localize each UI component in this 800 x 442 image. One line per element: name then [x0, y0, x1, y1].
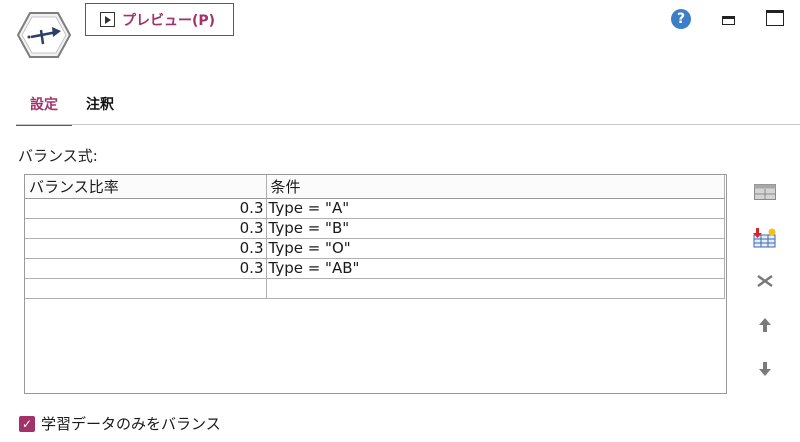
ratio-cell[interactable]: 0.3: [25, 198, 267, 219]
preview-button[interactable]: プレビュー(P): [85, 3, 234, 36]
condition-cell[interactable]: Type = "A": [266, 198, 725, 219]
balance-node-icon: [17, 12, 71, 58]
balance-formula-label: バランス式:: [18, 147, 98, 165]
checkbox-label: 学習データのみをバランス: [41, 415, 221, 433]
table-row[interactable]: 0.3 Type = "O": [25, 238, 725, 259]
ratio-cell[interactable]: 0.3: [25, 238, 267, 259]
table-row[interactable]: 0.3 Type = "A": [25, 198, 725, 219]
table-icon[interactable]: [750, 180, 780, 204]
help-icon[interactable]: ?: [671, 9, 691, 29]
tab-divider: [16, 124, 800, 125]
tab-settings[interactable]: 設定: [16, 90, 72, 126]
balance-table[interactable]: バランス比率 条件 0.3 Type = "A" 0.3 Type = "B" …: [24, 174, 727, 394]
column-header-condition[interactable]: 条件: [266, 175, 725, 199]
ratio-cell[interactable]: 0.3: [25, 258, 267, 279]
condition-cell[interactable]: [266, 278, 725, 299]
ratio-cell[interactable]: [25, 278, 267, 299]
preview-label: プレビュー(P): [122, 12, 216, 29]
tab-bar: 設定 注釈: [16, 90, 128, 126]
condition-cell[interactable]: Type = "O": [266, 238, 725, 259]
balance-training-only-option[interactable]: ✓ 学習データのみをバランス: [19, 413, 221, 434]
column-header-ratio[interactable]: バランス比率: [25, 175, 267, 199]
move-down-icon[interactable]: [750, 357, 780, 381]
condition-cell[interactable]: Type = "AB": [266, 258, 725, 279]
add-rows-icon[interactable]: [750, 226, 780, 250]
table-row[interactable]: 0.3 Type = "AB": [25, 258, 725, 279]
tab-annotations[interactable]: 注釈: [72, 90, 128, 126]
play-icon: [100, 12, 115, 27]
table-row[interactable]: [25, 278, 725, 299]
minimize-icon[interactable]: [722, 16, 735, 25]
table-header-row: バランス比率 条件: [25, 175, 725, 199]
checkbox-checked-icon[interactable]: ✓: [19, 415, 35, 432]
table-row[interactable]: 0.3 Type = "B": [25, 218, 725, 239]
ratio-cell[interactable]: 0.3: [25, 218, 267, 239]
delete-icon[interactable]: [750, 269, 780, 293]
move-up-icon[interactable]: [750, 313, 780, 337]
condition-cell[interactable]: Type = "B": [266, 218, 725, 239]
maximize-icon[interactable]: [766, 10, 784, 26]
